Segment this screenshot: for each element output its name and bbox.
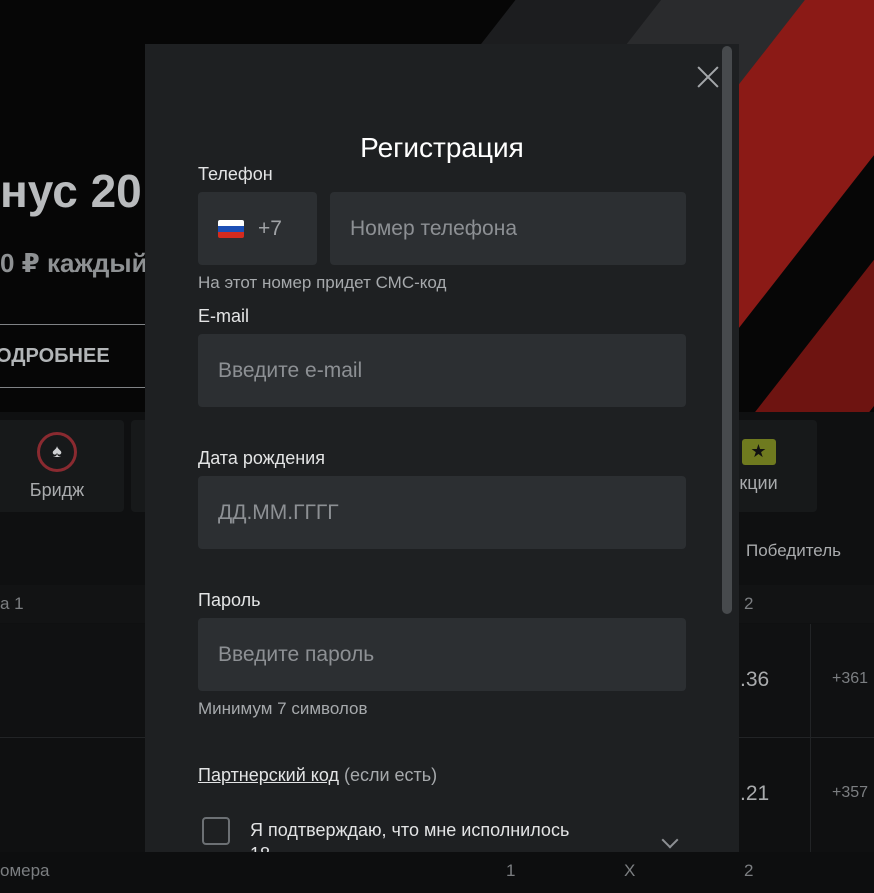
partner-code-link[interactable]: Партнерский код xyxy=(198,765,339,785)
phone-label: Телефон xyxy=(198,164,273,184)
partner-code-suffix: (если есть) xyxy=(338,765,438,785)
footer-col-2: 2 xyxy=(744,861,754,880)
age-confirm-text-line2: 18 xyxy=(250,844,270,852)
phone-field[interactable] xyxy=(330,192,686,265)
table-footer xyxy=(0,852,874,893)
column-team-2: 2 xyxy=(744,594,754,613)
russia-flag-icon xyxy=(218,219,244,238)
footer-col-x: X xyxy=(624,861,636,880)
email-label: E-mail xyxy=(198,306,250,326)
age-confirm-checkbox[interactable] xyxy=(202,817,230,845)
modal-title: Регистрация xyxy=(360,132,524,163)
partner-code-row: Партнерский код (если есть) xyxy=(198,765,437,786)
password-label: Пароль xyxy=(198,590,261,610)
promo-subtitle: 0 ₽ каждый xyxy=(0,248,148,278)
category-label: Бридж xyxy=(29,479,85,500)
age-confirm-text: Я подтверждаю, что мне исполнилось xyxy=(250,820,570,840)
birthdate-input[interactable] xyxy=(218,500,686,525)
odds-value[interactable]: .21 xyxy=(740,782,769,806)
footer-label: омера xyxy=(0,861,50,880)
promo-details-button[interactable]: ОДРОБНЕЕ xyxy=(0,324,146,388)
password-hint: Минимум 7 символов xyxy=(198,699,368,718)
password-input[interactable] xyxy=(218,642,686,667)
registration-modal: Регистрация Телефон +7 На этот номер при… xyxy=(145,44,739,852)
spade-icon: ♠ xyxy=(37,431,77,472)
country-code-select[interactable]: +7 xyxy=(198,192,317,265)
more-markets[interactable]: +361 xyxy=(832,670,868,688)
market-header[interactable]: Победитель xyxy=(746,541,841,561)
birthdate-field[interactable] xyxy=(198,476,686,549)
modal-scrollbar[interactable] xyxy=(722,46,732,614)
more-markets[interactable]: +357 xyxy=(832,784,868,802)
phone-input[interactable] xyxy=(350,216,686,241)
password-field[interactable] xyxy=(198,618,686,691)
category-label: кции xyxy=(739,472,778,493)
odds-value[interactable]: .36 xyxy=(740,668,769,692)
country-code: +7 xyxy=(258,216,282,240)
star-icon: ★ xyxy=(741,438,776,465)
email-field[interactable] xyxy=(198,334,686,407)
chevron-down-icon[interactable] xyxy=(661,831,679,849)
column-team-1: а 1 xyxy=(0,594,24,613)
email-input[interactable] xyxy=(218,358,686,383)
birthdate-label: Дата рождения xyxy=(198,448,325,468)
promo-title: нус 20 xyxy=(0,165,142,217)
divider xyxy=(810,624,811,852)
category-bridge[interactable]: ♠ Бридж xyxy=(0,420,124,512)
footer-col-1: 1 xyxy=(506,861,516,880)
close-icon[interactable] xyxy=(697,66,719,88)
phone-hint: На этот номер придет СМС-код xyxy=(198,273,447,292)
